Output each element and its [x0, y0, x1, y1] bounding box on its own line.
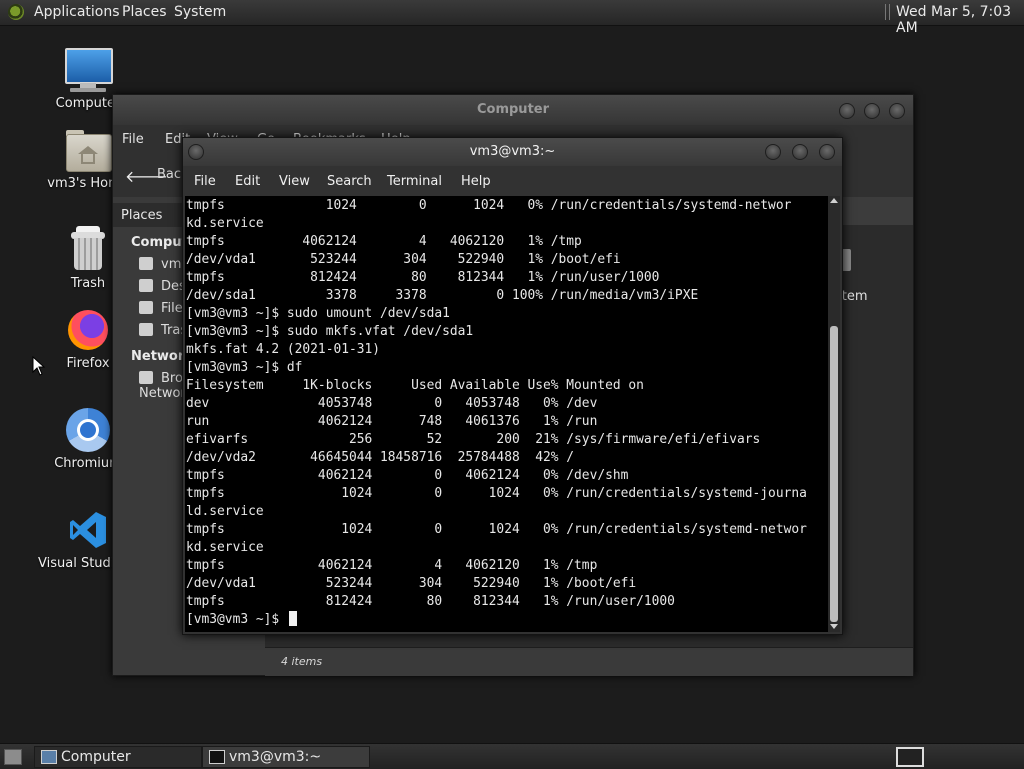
top-panel: Applications Places System Wed Mar 5, 7:… [0, 0, 1024, 36]
menu-view[interactable]: View [279, 174, 310, 189]
terminal-line: tmpfs 1024 0 1024 0% /run/credentials/sy… [186, 522, 807, 537]
scrollbar-thumb[interactable] [830, 326, 838, 622]
vscode-icon [64, 506, 112, 554]
mouse-pointer-icon [32, 356, 46, 376]
text-cursor [288, 611, 297, 626]
panel-separator [885, 4, 890, 20]
taskbar-item-label: Computer [61, 749, 131, 765]
trash-icon [64, 226, 112, 274]
taskbar-item-computer[interactable]: Computer [34, 746, 202, 768]
terminal-line: ld.service [186, 504, 264, 519]
terminal-line: tmpfs 4062124 0 4062124 0% /dev/shm [186, 468, 629, 483]
terminal-line: tmpfs 4062124 4 4062120 1% /tmp [186, 558, 598, 573]
menu-file[interactable]: File [194, 174, 216, 189]
scroll-up-arrow-icon[interactable] [830, 198, 838, 203]
terminal-scrollbar[interactable] [828, 196, 840, 632]
terminal-line: /dev/vda1 523244 304 522940 1% /boot/efi [186, 576, 637, 591]
window-menu-button[interactable] [188, 144, 204, 160]
maximize-button[interactable] [864, 103, 880, 119]
firefox-icon [64, 306, 112, 354]
menu-terminal[interactable]: Terminal [387, 174, 442, 189]
terminal-line: /dev/sda1 3378 3378 0 100% /run/media/vm… [186, 288, 699, 303]
taskbar-item-terminal[interactable]: vm3@vm3:~ [202, 746, 370, 768]
terminal-menubar: File Edit View Search Terminal Help [183, 166, 842, 196]
window-title: vm3@vm3:~ [469, 144, 556, 159]
terminal-line: run 4062124 748 4061376 1% /run [186, 414, 598, 429]
places-menu[interactable]: Places [122, 4, 167, 20]
terminal-line: /dev/vda2 46645044 18458716 25784488 42%… [186, 450, 575, 465]
terminal-line: /dev/vda1 523244 304 522940 1% /boot/efi [186, 252, 621, 267]
system-menu[interactable]: System [174, 4, 226, 20]
close-button[interactable] [889, 103, 905, 119]
close-button[interactable] [819, 144, 835, 160]
maximize-button[interactable] [792, 144, 808, 160]
menu-file[interactable]: File [122, 132, 144, 147]
terminal-line: tmpfs 1024 0 1024 0% /run/credentials/sy… [186, 198, 792, 213]
terminal-line: Filesystem 1K-blocks Used Available Use%… [186, 378, 644, 393]
computer-icon [64, 46, 113, 94]
terminal-line: kd.service [186, 216, 264, 231]
terminal-scrollback: tmpfs 1024 0 1024 0% /run/credentials/sy… [186, 197, 807, 611]
computer-icon [41, 750, 57, 764]
chromium-icon [64, 406, 112, 454]
clock[interactable]: Wed Mar 5, 7:03 AM [896, 4, 1024, 36]
terminal-titlebar[interactable]: vm3@vm3:~ [183, 138, 842, 166]
terminal-prompt-line[interactable]: [vm3@vm3 ~]$ [186, 611, 297, 629]
terminal-line: efivarfs 256 52 200 21% /sys/firmware/ef… [186, 432, 761, 447]
terminal-line: kd.service [186, 540, 264, 555]
terminal-line: dev 4053748 0 4053748 0% /dev [186, 396, 598, 411]
taskbar-item-label: vm3@vm3:~ [229, 749, 322, 765]
terminal-line: tmpfs 812424 80 812344 1% /run/user/1000 [186, 270, 660, 285]
minimize-button[interactable] [839, 103, 855, 119]
terminal-line: tmpfs 4062124 4 4062120 1% /tmp [186, 234, 582, 249]
file-manager-titlebar[interactable]: Computer [113, 95, 913, 125]
home-icon [139, 257, 153, 270]
status-text: 4 items [281, 655, 323, 668]
terminal-line: [vm3@vm3 ~]$ sudo umount /dev/sda1 [186, 306, 450, 321]
terminal-window[interactable]: vm3@vm3:~ File Edit View Search Terminal… [182, 137, 843, 635]
desktop-icon [139, 279, 153, 292]
show-desktop-icon[interactable] [4, 749, 22, 765]
terminal-line: tmpfs 812424 80 812344 1% /run/user/1000 [186, 594, 675, 609]
distro-logo-icon[interactable] [8, 4, 24, 20]
terminal-output[interactable]: tmpfs 1024 0 1024 0% /run/credentials/sy… [185, 196, 828, 632]
terminal-line: [vm3@vm3 ~]$ df [186, 360, 303, 375]
minimize-button[interactable] [765, 144, 781, 160]
scroll-down-arrow-icon[interactable] [830, 624, 838, 629]
drive-icon [139, 301, 153, 314]
trash-icon [139, 323, 153, 336]
menu-search[interactable]: Search [327, 174, 372, 189]
terminal-line: tmpfs 1024 0 1024 0% /run/credentials/sy… [186, 486, 807, 501]
terminal-line: [vm3@vm3 ~]$ sudo mkfs.vfat /dev/sda1 [186, 324, 474, 339]
network-icon [139, 371, 153, 384]
window-title: Computer [476, 102, 550, 117]
workspace-switcher[interactable] [896, 747, 924, 767]
shell-prompt: [vm3@vm3 ~]$ [186, 612, 287, 627]
places-label: Places [121, 208, 163, 223]
terminal-line: mkfs.fat 4.2 (2021-01-31) [186, 342, 381, 357]
file-manager-statusbar: 4 items [265, 647, 913, 676]
home-folder-icon [64, 126, 112, 174]
terminal-icon [209, 750, 225, 764]
bottom-panel: Computer vm3@vm3:~ [0, 743, 1024, 769]
applications-menu[interactable]: Applications [34, 4, 120, 20]
menu-help[interactable]: Help [461, 174, 491, 189]
menu-edit[interactable]: Edit [235, 174, 260, 189]
